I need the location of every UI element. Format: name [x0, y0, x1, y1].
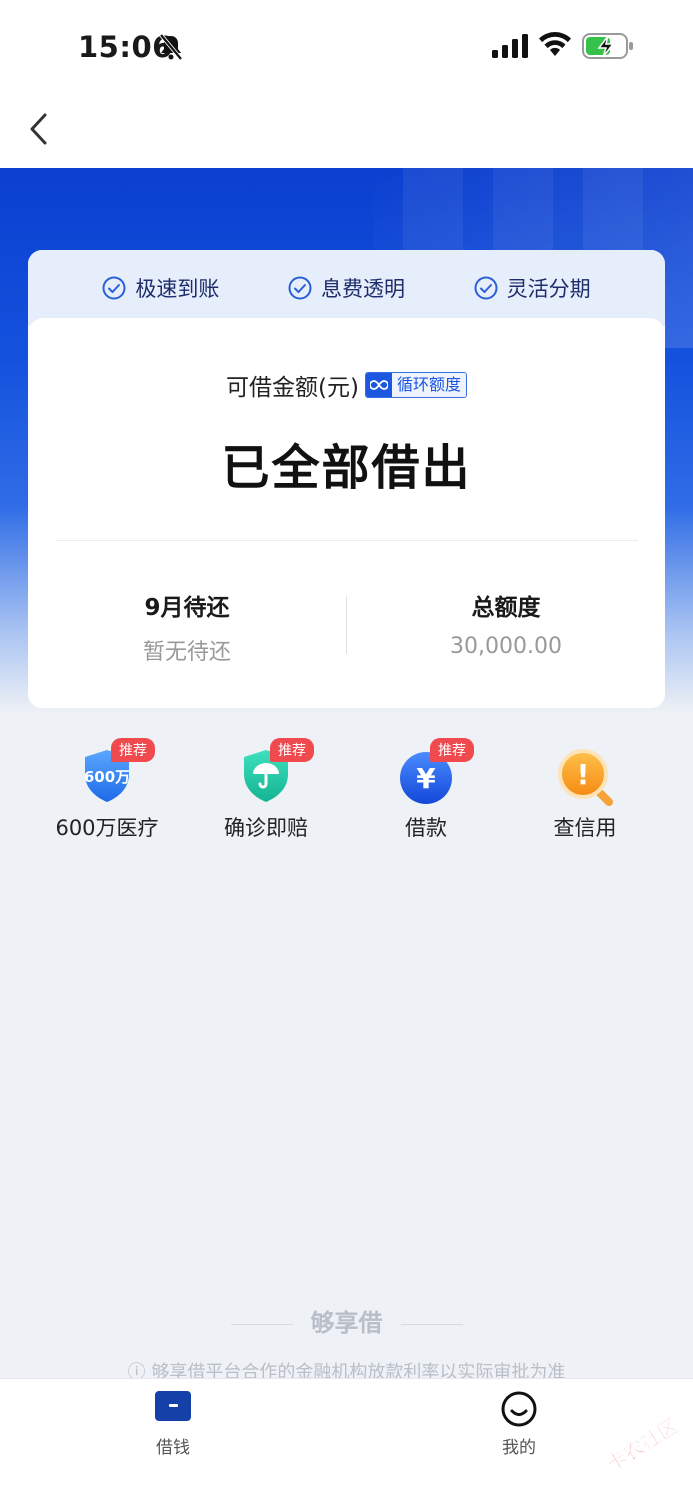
shortcut-loan[interactable]: ¥ 推荐 借款 [346, 738, 506, 842]
check-circle-icon [474, 276, 498, 300]
shortcut-medical[interactable]: 600万 推荐 600万医疗 [27, 738, 187, 842]
medical-icon-text: 600万 [84, 768, 130, 786]
due-stat[interactable]: 9月待还 暂无待还 [28, 588, 346, 666]
card-body: 可借金额(元) 循环额度 已全部借出 9月待还 暂无待还 总额度 30,000.… [28, 318, 665, 708]
footer-brand-text: 够享借 [310, 1309, 383, 1337]
recommend-badge: 推荐 [430, 738, 474, 762]
watermark-text: 卡农社区 [602, 1413, 683, 1476]
feature-label: 息费透明 [320, 277, 405, 301]
wallet-icon [155, 1391, 191, 1421]
check-circle-icon [102, 276, 126, 300]
tab-label: 借钱 [156, 1438, 190, 1458]
status-bar: 15:06 [0, 0, 693, 95]
feature-item: 息费透明 [288, 273, 405, 303]
credit-card-panel: 极速到账 息费透明 灵活分期 可借金额(元) 循环额度 已全部借出 9月待还 暂… [28, 250, 665, 708]
feature-strip: 极速到账 息费透明 灵活分期 [28, 250, 665, 326]
total-title: 总额度 [471, 595, 541, 621]
feature-item: 极速到账 [102, 273, 219, 303]
shortcut-diagnosis[interactable]: 推荐 确诊即赔 [186, 738, 346, 842]
shortcut-credit-check[interactable]: ! 查信用 [505, 738, 665, 842]
exclamation-symbol: ! [577, 758, 590, 791]
check-circle-icon [288, 276, 312, 300]
shortcut-row: 600万 推荐 600万医疗 推荐 确诊即赔 ¥ 推荐 借款 ! 查信用 [0, 738, 693, 848]
signal-icon [492, 34, 528, 58]
amount-status: 已全部借出 [221, 440, 472, 496]
tab-mine[interactable]: 我的 [459, 1391, 579, 1458]
nav-bar [0, 95, 693, 168]
amount-label-row: 可借金额(元) 循环额度 [28, 368, 665, 402]
shortcut-label: 600万医疗 [55, 816, 159, 840]
disclaimer-text: 够享借平台合作的金融机构放款利率以实际审批为准 [151, 1362, 566, 1378]
cycle-badge-label: 循环额度 [391, 373, 466, 397]
yuan-symbol: ¥ [416, 762, 436, 795]
due-title: 9月待还 [144, 595, 230, 621]
divider [56, 540, 638, 541]
credit-search-icon: ! [558, 749, 613, 806]
shortcut-label: 借款 [405, 816, 447, 840]
due-value: 暂无待还 [142, 640, 231, 665]
shortcut-label: 确诊即赔 [224, 816, 308, 840]
feature-label: 灵活分期 [506, 277, 591, 301]
footer-brand: 够享借 [0, 1303, 693, 1338]
wifi-icon [539, 32, 571, 56]
cycle-badge: 循环额度 [364, 372, 467, 398]
recommend-badge: 推荐 [270, 738, 314, 762]
watermark-logo: 卡农社区 [602, 1413, 683, 1476]
disclaimer: ⓘ 够享借平台合作的金融机构放款利率以实际审批为准 [0, 1358, 693, 1378]
tab-borrow[interactable]: 借钱 [113, 1391, 233, 1458]
shortcut-label: 查信用 [553, 816, 617, 840]
total-value: 30,000.00 [450, 634, 562, 659]
feature-label: 极速到账 [135, 277, 220, 301]
info-icon: ⓘ [127, 1362, 152, 1378]
bell-muted-icon [159, 33, 183, 61]
tab-label: 我的 [502, 1438, 536, 1458]
feature-item: 灵活分期 [474, 273, 591, 303]
recommend-badge: 推荐 [111, 738, 155, 762]
amount-label: 可借金额(元) [226, 375, 359, 401]
profile-smile-icon [501, 1391, 537, 1427]
back-arrow-icon[interactable] [24, 109, 54, 149]
battery-charging-icon [582, 33, 633, 59]
total-limit-stat[interactable]: 总额度 30,000.00 [347, 588, 665, 659]
infinity-icon [365, 373, 392, 397]
